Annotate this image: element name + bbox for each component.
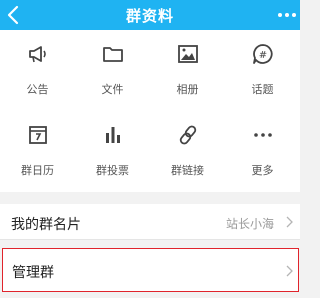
grid-item-label: 公告 — [26, 83, 49, 96]
row-label: 管理群 — [12, 265, 54, 281]
svg-text:#: # — [258, 50, 266, 61]
grid-item-topic[interactable]: # 话题 — [225, 30, 300, 111]
grid-item-label: 群日历 — [21, 164, 54, 177]
grid-item-link[interactable]: 群链接 — [150, 111, 225, 192]
grid-item-label: 话题 — [251, 83, 274, 96]
chevron-right-icon — [286, 265, 293, 277]
grid-item-more[interactable]: 更多 — [225, 111, 300, 192]
link-icon — [179, 125, 196, 145]
vote-icon — [105, 127, 120, 143]
page-title: 群资料 — [125, 7, 174, 25]
grid-item-vote[interactable]: 群投票 — [75, 111, 150, 192]
grid-item-label: 文件 — [101, 83, 124, 96]
title-bar: 群资料 — [0, 0, 300, 30]
my-group-card-row[interactable]: 我的群名片 站长小海 — [0, 204, 300, 240]
topic-icon: # — [252, 44, 273, 64]
grid-item-files[interactable]: 文件 — [75, 30, 150, 111]
more-dots-icon — [253, 133, 272, 137]
manage-group-row[interactable]: 管理群 — [2, 248, 299, 292]
grid-item-calendar[interactable]: 群日历 — [0, 111, 75, 192]
photo-album-icon — [177, 45, 198, 63]
row-value: 站长小海 — [225, 217, 274, 231]
grid-item-label: 相册 — [176, 83, 199, 96]
more-dots-icon[interactable] — [276, 3, 298, 27]
group-feature-grid: 公告 文件 相册 # 话题 群日历 群投票 群链接 更多 — [0, 30, 300, 192]
calendar-icon — [28, 126, 47, 144]
folder-icon — [102, 47, 123, 62]
grid-item-album[interactable]: 相册 — [150, 30, 225, 111]
chevron-right-icon — [286, 216, 293, 228]
megaphone-icon — [28, 46, 46, 63]
row-label: 我的群名片 — [11, 217, 81, 233]
grid-item-announcement[interactable]: 公告 — [0, 30, 75, 111]
grid-item-label: 群投票 — [96, 164, 129, 177]
grid-item-label: 更多 — [251, 164, 274, 177]
grid-item-label: 群链接 — [171, 164, 204, 177]
